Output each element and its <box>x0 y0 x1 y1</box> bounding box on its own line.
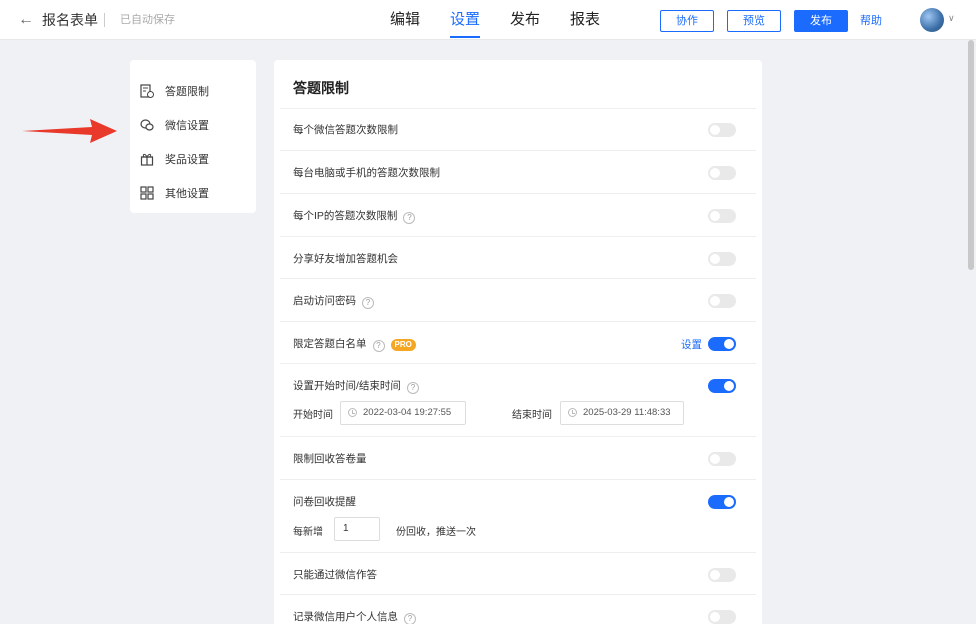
answer-limit-panel: 答题限制 每个微信答题次数限制 每台电脑或手机的答题次数限制 每个IP的答题次数… <box>274 60 762 624</box>
question-icon[interactable]: ? <box>404 613 416 624</box>
setting-label-text: 每个IP的答题次数限制 <box>293 210 398 222</box>
question-icon[interactable]: ? <box>406 382 419 394</box>
setting-label: 只能通过微信作答 <box>293 569 377 581</box>
setting-row: 记录微信用户个人信息? <box>280 594 756 624</box>
setting-label: 每个微信答题次数限制 <box>293 124 398 136</box>
top-bar: ← 报名表单 已自动保存 编辑 设置 发布 报表 协作 预览 发布 帮助 ∨ <box>0 0 976 40</box>
setting-label: 限定答题白名单? PRO <box>293 337 416 352</box>
sidebar-item-label: 微信设置 <box>165 120 209 132</box>
back-arrow-icon[interactable]: ← <box>18 11 34 29</box>
question-icon[interactable]: ? <box>372 340 385 352</box>
end-time-label: 结束时间 <box>512 410 552 421</box>
divider <box>104 13 105 27</box>
sidebar-item-answer-limit[interactable]: 答题限制 <box>130 74 256 108</box>
toggle-switch[interactable] <box>708 495 736 509</box>
setting-label-text: 设置开始时间/结束时间 <box>293 380 401 392</box>
reminder-count-input[interactable]: 1 <box>334 517 380 541</box>
toggle-switch[interactable] <box>708 568 736 582</box>
setting-label: 启动访问密码? <box>293 294 374 309</box>
setting-label: 每个IP的答题次数限制? <box>293 209 416 224</box>
setting-label-text: 限定答题白名单 <box>293 338 367 350</box>
setting-row: 限定答题白名单? PRO 设置 <box>280 321 756 363</box>
start-time-input[interactable]: 2022-03-04 19:27:55 <box>340 401 466 425</box>
doc-clock-icon <box>140 84 154 98</box>
chevron-down-icon[interactable]: ∨ <box>948 13 955 24</box>
clock-icon <box>568 408 577 417</box>
setting-label: 限制回收答卷量 <box>293 453 367 465</box>
toggle-switch[interactable] <box>708 452 736 466</box>
reminder-prefix: 每新增 <box>293 527 323 538</box>
save-status: 已自动保存 <box>120 14 175 26</box>
sidebar-item-prize[interactable]: 奖品设置 <box>130 142 256 176</box>
toggle-switch[interactable] <box>708 252 736 266</box>
end-time-value: 2025-03-29 11:48:33 <box>583 407 671 418</box>
setting-label: 设置开始时间/结束时间? <box>293 379 419 394</box>
tab-report[interactable]: 报表 <box>570 11 600 29</box>
tab-settings[interactable]: 设置 <box>450 11 481 38</box>
preview-button[interactable]: 预览 <box>727 10 781 32</box>
setting-label: 问卷回收提醒 <box>293 496 356 508</box>
setting-row: 限制回收答卷量 <box>280 436 756 479</box>
start-time-value: 2022-03-04 19:27:55 <box>363 407 452 418</box>
page-scrollbar[interactable] <box>968 40 974 270</box>
setting-label: 每台电脑或手机的答题次数限制 <box>293 167 440 179</box>
toggle-switch[interactable] <box>708 294 736 308</box>
question-icon[interactable]: ? <box>362 297 374 309</box>
setting-label-text: 记录微信用户个人信息 <box>293 611 398 623</box>
form-title: 报名表单 <box>42 12 98 28</box>
setting-row: 每台电脑或手机的答题次数限制 <box>280 150 756 193</box>
sidebar-item-label: 奖品设置 <box>165 154 209 166</box>
gift-icon <box>140 153 154 166</box>
setting-row: 只能通过微信作答 <box>280 552 756 594</box>
publish-button[interactable]: 发布 <box>794 10 848 32</box>
setting-label-text: 启动访问密码 <box>293 295 356 307</box>
setting-row: 问卷回收提醒 每新增 1 份回收，推送一次 <box>280 479 756 552</box>
setting-label: 分享好友增加答题机会 <box>293 253 398 265</box>
collaborate-button[interactable]: 协作 <box>660 10 714 32</box>
setting-label: 记录微信用户个人信息? <box>293 610 416 624</box>
tab-edit[interactable]: 编辑 <box>390 11 420 29</box>
pro-badge: PRO <box>390 339 416 351</box>
setting-row: 每个IP的答题次数限制? <box>280 193 756 236</box>
red-arrow-icon <box>22 119 117 143</box>
help-link[interactable]: 帮助 <box>860 14 882 28</box>
panel-title: 答题限制 <box>293 80 349 96</box>
reminder-suffix: 份回收，推送一次 <box>396 527 476 538</box>
avatar[interactable] <box>920 8 944 32</box>
setting-row: 启动访问密码? <box>280 278 756 321</box>
tab-publish[interactable]: 发布 <box>510 11 540 29</box>
sidebar-item-label: 其他设置 <box>165 188 209 200</box>
wechat-icon <box>140 119 154 131</box>
end-time-input[interactable]: 2025-03-29 11:48:33 <box>560 401 684 425</box>
sidebar-item-wechat[interactable]: 微信设置 <box>130 108 256 142</box>
grid-icon <box>140 186 154 200</box>
sidebar-item-other[interactable]: 其他设置 <box>130 176 256 210</box>
toggle-switch[interactable] <box>708 379 736 393</box>
sidebar-item-label: 答题限制 <box>165 86 209 98</box>
setting-row: 设置开始时间/结束时间? 开始时间 2022-03-04 19:27:55 结束… <box>280 363 756 436</box>
setting-row: 分享好友增加答题机会 <box>280 236 756 278</box>
clock-icon <box>348 408 357 417</box>
settings-sidebar: 答题限制 微信设置 奖品设置 其他设置 <box>130 60 256 213</box>
toggle-switch[interactable] <box>708 337 736 351</box>
setting-row: 每个微信答题次数限制 <box>280 108 756 150</box>
toggle-switch[interactable] <box>708 209 736 223</box>
toggle-switch[interactable] <box>708 123 736 137</box>
whitelist-settings-link[interactable]: 设置 <box>681 337 702 352</box>
toggle-switch[interactable] <box>708 610 736 624</box>
toggle-switch[interactable] <box>708 166 736 180</box>
question-icon[interactable]: ? <box>403 212 416 224</box>
start-time-label: 开始时间 <box>293 410 333 421</box>
